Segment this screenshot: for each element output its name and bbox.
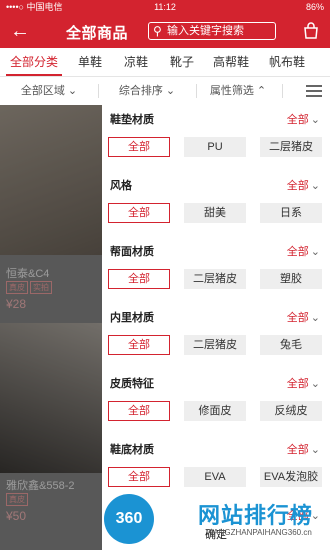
filter-section: 风格 全部 ⌄ 全部 甜美 日系 bbox=[102, 171, 330, 237]
tab-all-categories[interactable]: 全部分类 bbox=[4, 48, 64, 76]
filter-section: 帮面材质 全部 ⌄ 全部 二层猪皮 塑胶 bbox=[102, 237, 330, 303]
divider bbox=[196, 84, 197, 98]
option-item[interactable]: EVA bbox=[184, 467, 246, 487]
filter-section: 鞋垫材质 全部 ⌄ 全部 PU 二层猪皮 bbox=[102, 105, 330, 171]
tab-sandals[interactable]: 凉鞋 bbox=[116, 48, 156, 76]
filter-section: 皮质特征 全部 ⌄ 全部 修面皮 反绒皮 bbox=[102, 369, 330, 435]
option-item[interactable]: 反绒皮 bbox=[260, 401, 322, 421]
option-all[interactable]: 全部 bbox=[108, 203, 170, 223]
page-title: 全部商品 bbox=[66, 25, 129, 42]
filter-section: 鞋底材质 全部 ⌄ 全部 EVA EVA发泡胶 bbox=[102, 435, 330, 501]
option-all[interactable]: 全部 bbox=[108, 401, 170, 421]
search-icon: ⚲ bbox=[153, 24, 162, 38]
option-item[interactable]: PU bbox=[184, 137, 246, 157]
section-all-toggle[interactable]: 全部 ⌄ bbox=[287, 177, 320, 193]
section-all-toggle[interactable]: 全部 ⌄ bbox=[287, 111, 320, 127]
section-title: 内里材质 bbox=[110, 312, 154, 324]
filter-bar: 全部区域 ⌄ 综合排序 ⌄ 属性筛选 ⌃ bbox=[0, 77, 330, 106]
tab-single-shoes[interactable]: 单鞋 bbox=[70, 48, 110, 76]
tab-canvas[interactable]: 帆布鞋 bbox=[262, 48, 312, 76]
option-item[interactable]: 二层猪皮 bbox=[184, 269, 246, 289]
option-item[interactable]: 塑胶 bbox=[260, 269, 322, 289]
watermark-url: WANGZHANPAIHANG360.cn bbox=[206, 528, 312, 537]
section-all-toggle[interactable]: 全部 ⌄ bbox=[287, 441, 320, 457]
tab-boots[interactable]: 靴子 bbox=[162, 48, 202, 76]
option-item[interactable]: 甜美 bbox=[184, 203, 246, 223]
shopping-bag-icon[interactable] bbox=[302, 22, 320, 40]
option-item[interactable]: 二层猪皮 bbox=[184, 335, 246, 355]
option-all[interactable]: 全部 bbox=[108, 137, 170, 157]
filter-sort[interactable]: 综合排序 ⌄ bbox=[104, 77, 190, 105]
section-title: 帮面材质 bbox=[110, 246, 154, 258]
attribute-filter-panel: 鞋垫材质 全部 ⌄ 全部 PU 二层猪皮 风格 全部 ⌄ 全部 甜美 日系 帮面材质… bbox=[102, 105, 330, 550]
section-title: 鞋底材质 bbox=[110, 444, 154, 456]
option-all[interactable]: 全部 bbox=[108, 467, 170, 487]
filter-region[interactable]: 全部区域 ⌄ bbox=[6, 77, 92, 105]
section-all-toggle[interactable]: 全部 ⌄ bbox=[287, 309, 320, 325]
category-tabs: 全部分类 单鞋 凉鞋 靴子 高帮鞋 帆布鞋 bbox=[0, 48, 330, 77]
battery: 86% bbox=[305, 2, 324, 12]
option-item[interactable]: 日系 bbox=[260, 203, 322, 223]
watermark-logo: 360 bbox=[104, 494, 154, 544]
tab-high-top[interactable]: 高帮鞋 bbox=[206, 48, 256, 76]
search-placeholder: 输入关键字搜索 bbox=[167, 25, 244, 37]
section-all-toggle[interactable]: 全部 ⌄ bbox=[287, 243, 320, 259]
list-view-icon[interactable] bbox=[306, 85, 322, 97]
option-item[interactable]: 修面皮 bbox=[184, 401, 246, 421]
filter-section: 内里材质 全部 ⌄ 全部 二层猪皮 兔毛 bbox=[102, 303, 330, 369]
option-item[interactable]: 二层猪皮 bbox=[260, 137, 322, 157]
watermark-text: 网站排行榜 bbox=[198, 503, 314, 528]
app-header: ← 全部商品 ⚲ 输入关键字搜索 bbox=[0, 14, 330, 48]
search-input[interactable]: ⚲ 输入关键字搜索 bbox=[148, 22, 276, 40]
clock: 11:12 bbox=[154, 2, 176, 12]
active-tab-indicator bbox=[6, 74, 62, 76]
divider bbox=[98, 84, 99, 98]
option-item[interactable]: 兔毛 bbox=[260, 335, 322, 355]
option-all[interactable]: 全部 bbox=[108, 335, 170, 355]
filter-attribute[interactable]: 属性筛选 ⌃ bbox=[200, 77, 276, 105]
section-all-toggle[interactable]: 全部 ⌄ bbox=[287, 375, 320, 391]
divider bbox=[282, 84, 283, 98]
option-item[interactable]: EVA发泡胶 bbox=[260, 467, 322, 487]
back-arrow-icon[interactable]: ← bbox=[10, 21, 30, 41]
status-bar: ••••○ 中国电信 11:12 86% bbox=[0, 0, 330, 14]
section-title: 鞋垫材质 bbox=[110, 114, 154, 126]
option-all[interactable]: 全部 bbox=[108, 269, 170, 289]
section-title: 皮质特征 bbox=[110, 378, 154, 390]
overlay-scrim[interactable] bbox=[0, 105, 102, 550]
section-title: 风格 bbox=[110, 180, 132, 192]
